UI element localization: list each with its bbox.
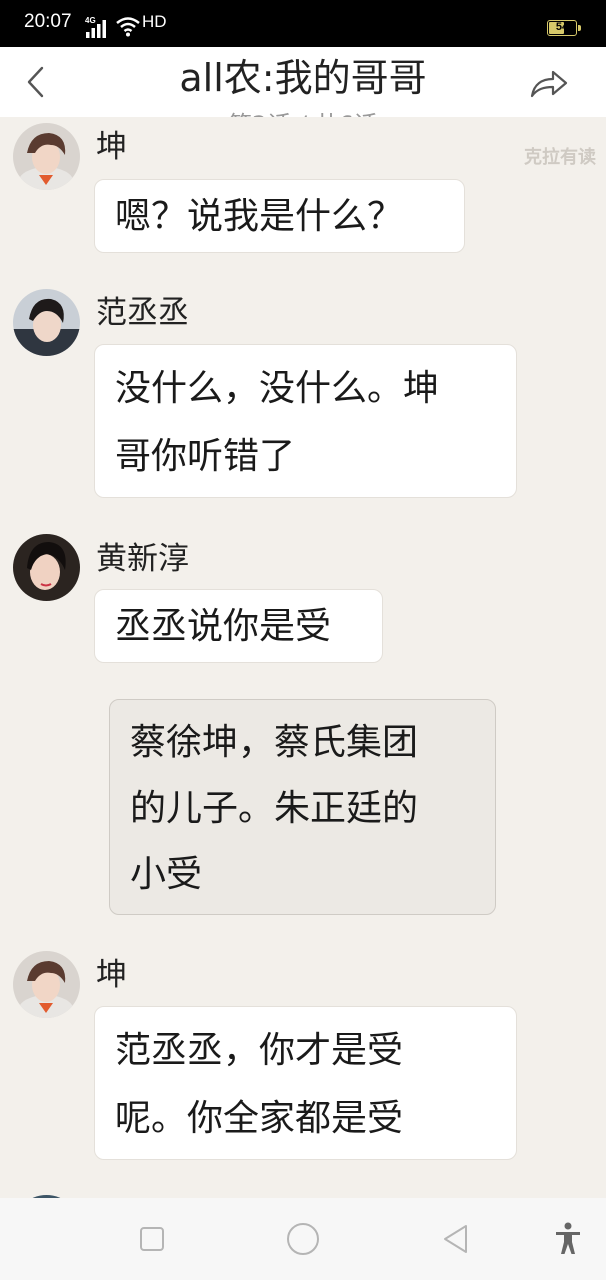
avatar[interactable]: [13, 289, 80, 356]
message-line: 没什么，没什么。坤: [115, 368, 440, 409]
accessibility-icon: [556, 1222, 580, 1254]
app-header: all农:我的哥哥 第2话 / 共6话: [0, 47, 606, 117]
square-icon: [140, 1227, 164, 1251]
home-button[interactable]: [282, 1198, 324, 1280]
avatar-kun-image: [13, 123, 80, 190]
avatar[interactable]: [13, 123, 80, 190]
status-time: 20:07: [24, 11, 72, 32]
avatar-huang-image: [13, 534, 80, 601]
chat-area[interactable]: 克拉有读 坤 嗯？说我是什么？ 范丞丞 没什么，没什么。坤 哥你听错了 黄新淳 …: [0, 117, 606, 1198]
share-button[interactable]: [526, 65, 572, 101]
accessibility-button[interactable]: [548, 1198, 588, 1280]
chapter-indicator: 第2话 / 共6话: [90, 105, 516, 117]
recents-button[interactable]: [131, 1198, 173, 1280]
status-bar: 20:07 4G HD 54: [0, 0, 606, 47]
system-nav-bar: [0, 1198, 606, 1280]
narration-line: 蔡徐坤，蔡氏集团: [130, 722, 419, 763]
avatar-fan-image: [13, 289, 80, 356]
share-icon: [530, 70, 568, 98]
wifi-icon: [116, 17, 140, 37]
speaker-name: 坤: [96, 957, 127, 993]
nav-back-button[interactable]: [434, 1198, 476, 1280]
watermark: 克拉有读: [524, 147, 596, 168]
page-title: all农:我的哥哥: [179, 56, 427, 100]
message-line: 哥你听错了: [115, 436, 296, 477]
message-bubble[interactable]: 丞丞说你是受: [94, 589, 383, 663]
back-button[interactable]: [20, 64, 50, 100]
battery-icon: 54: [547, 20, 581, 36]
hd-indicator: HD: [142, 12, 167, 31]
message-bubble[interactable]: 范丞丞，你才是受 呢。你全家都是受: [94, 1006, 517, 1160]
message-line: 范丞丞，你才是受: [115, 1030, 404, 1071]
message-bubble[interactable]: 没什么，没什么。坤 哥你听错了: [94, 344, 517, 498]
narration-block[interactable]: 蔡徐坤，蔡氏集团 的儿子。朱正廷的 小受: [109, 699, 496, 915]
avatar[interactable]: [13, 534, 80, 601]
message-bubble[interactable]: 嗯？说我是什么？: [94, 179, 465, 253]
signal-icon: [86, 20, 106, 38]
avatar-kun-image: [13, 951, 80, 1018]
speaker-name: 范丞丞: [96, 295, 189, 331]
chevron-left-icon: [27, 66, 44, 98]
message-line: 嗯？说我是什么？: [115, 196, 404, 237]
narration-line: 小受: [130, 854, 203, 895]
triangle-back-icon: [444, 1225, 467, 1253]
message-line: 丞丞说你是受: [115, 606, 332, 647]
avatar[interactable]: [13, 951, 80, 1018]
message-line: 呢。你全家都是受: [115, 1098, 404, 1139]
circle-icon: [287, 1223, 319, 1255]
battery-level: 54: [555, 21, 569, 33]
speaker-name: 坤: [96, 129, 127, 165]
speaker-name: 黄新淳: [96, 541, 189, 577]
narration-line: 的儿子。朱正廷的: [130, 788, 419, 829]
